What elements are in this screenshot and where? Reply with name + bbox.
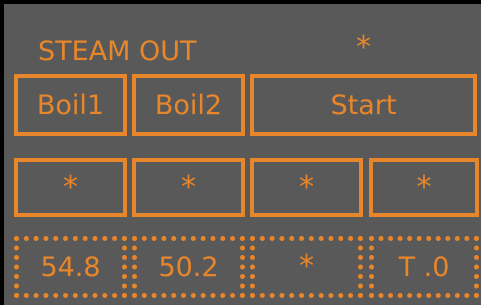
status-cell-4: * [369, 158, 479, 217]
status-cell-2-value: * [181, 169, 196, 205]
start-button[interactable]: Start [250, 74, 477, 136]
status-cell-3: * [250, 158, 363, 217]
reading-cell-2: 50.2 [132, 236, 245, 298]
reading-cell-3: * [250, 236, 363, 298]
reading-4-value: T .0 [398, 251, 450, 283]
panel-title: STEAM OUT [38, 36, 197, 67]
header-status-indicator: * [356, 30, 371, 65]
reading-3-value: * [299, 249, 314, 284]
reading-cell-4: T .0 [369, 236, 479, 298]
reading-cell-1: 54.8 [14, 236, 127, 298]
status-cell-2: * [132, 158, 245, 217]
status-cell-1-value: * [63, 169, 78, 205]
reading-1-value: 54.8 [40, 251, 101, 283]
status-cell-1: * [14, 158, 127, 217]
reading-2-value: 50.2 [158, 251, 219, 283]
status-cell-4-value: * [416, 169, 432, 205]
steam-out-panel: STEAM OUT * Boil1 Boil2 Start * * * * 54… [0, 0, 481, 305]
boil2-button-label: Boil2 [154, 89, 223, 121]
boil1-button[interactable]: Boil1 [14, 74, 127, 136]
status-cell-3-value: * [299, 169, 314, 205]
boil2-button[interactable]: Boil2 [132, 74, 245, 136]
boil1-button-label: Boil1 [36, 89, 105, 121]
start-button-label: Start [330, 89, 397, 121]
